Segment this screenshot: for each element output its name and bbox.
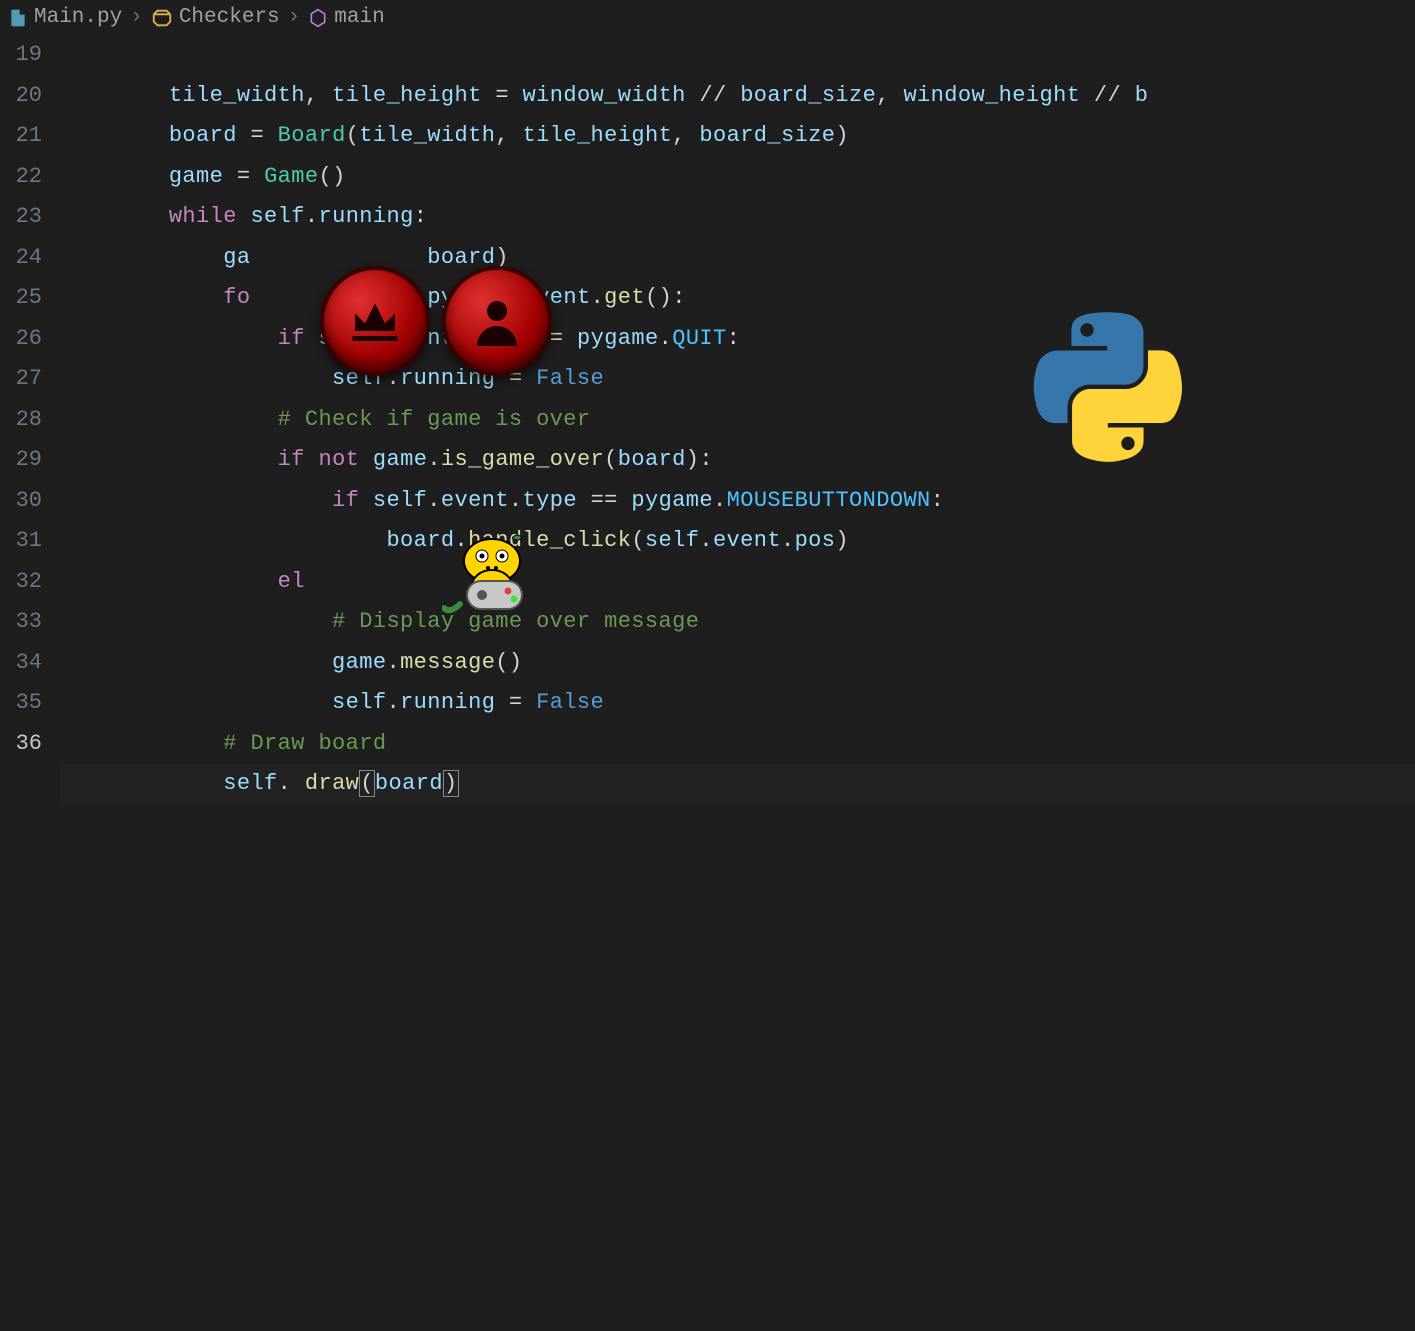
code-line[interactable]: game.message() [60,643,1415,684]
code-line[interactable]: board = Board(tile_width, tile_height, b… [60,116,1415,157]
breadcrumb-method-label: main [334,6,384,29]
lineno: 31 [0,521,42,562]
code-area[interactable]: tile_width, tile_height = window_width /… [60,35,1415,774]
python-file-icon [8,8,28,28]
code-line[interactable]: self.running = False [60,683,1415,724]
lineno: 22 [0,157,42,198]
lineno: 28 [0,400,42,441]
code-line[interactable]: board.handle_click(self.event.pos) [60,521,1415,562]
lineno: 24 [0,238,42,279]
chevron-right-icon: › [130,6,143,29]
code-line[interactable]: ga board) [60,238,1415,279]
lineno: 21 [0,116,42,157]
breadcrumb-file-label: Main.py [34,6,122,29]
code-line[interactable]: # Check if game is over [60,400,1415,441]
lineno: 33 [0,602,42,643]
lineno: 30 [0,481,42,522]
chevron-right-icon: › [288,6,301,29]
breadcrumb[interactable]: Main.py › Checkers › main [0,0,1415,35]
lineno: 20 [0,76,42,117]
code-line[interactable]: self. draw(board) [60,764,1415,805]
code-editor[interactable]: 19 20 21 22 23 24 25 26 27 28 29 30 31 3… [0,35,1415,774]
code-line[interactable]: self.running = False [60,359,1415,400]
lineno: 23 [0,197,42,238]
code-line[interactable]: # Display game over message [60,602,1415,643]
code-line[interactable]: game = Game() [60,157,1415,198]
code-line[interactable]: while self.running: [60,197,1415,238]
method-icon [308,8,328,28]
lineno: 32 [0,562,42,603]
lineno: 34 [0,643,42,684]
lineno: 27 [0,359,42,400]
lineno: 19 [0,35,42,76]
lineno: 35 [0,683,42,724]
lineno: 29 [0,440,42,481]
breadcrumb-class-label: Checkers [179,6,280,29]
breadcrumb-file[interactable]: Main.py [8,6,122,29]
code-line[interactable]: tile_width, tile_height = window_width /… [60,76,1415,117]
code-line[interactable]: if self.event.type == pygame.MOUSEBUTTON… [60,481,1415,522]
lineno: 26 [0,319,42,360]
code-line[interactable]: fo .e n pygame.event.get(): [60,278,1415,319]
code-line[interactable]: el [60,562,1415,603]
lineno: 25 [0,278,42,319]
code-line[interactable]: if not game.is_game_over(board): [60,440,1415,481]
code-line[interactable]: # Draw board [60,724,1415,765]
breadcrumb-class[interactable]: Checkers [151,6,280,29]
breadcrumb-method[interactable]: main [308,6,384,29]
code-line[interactable]: if self.event.type == pygame.QUIT: [60,319,1415,360]
class-icon [151,7,173,29]
line-number-gutter: 19 20 21 22 23 24 25 26 27 28 29 30 31 3… [0,35,60,774]
lineno: 36 [0,724,42,765]
